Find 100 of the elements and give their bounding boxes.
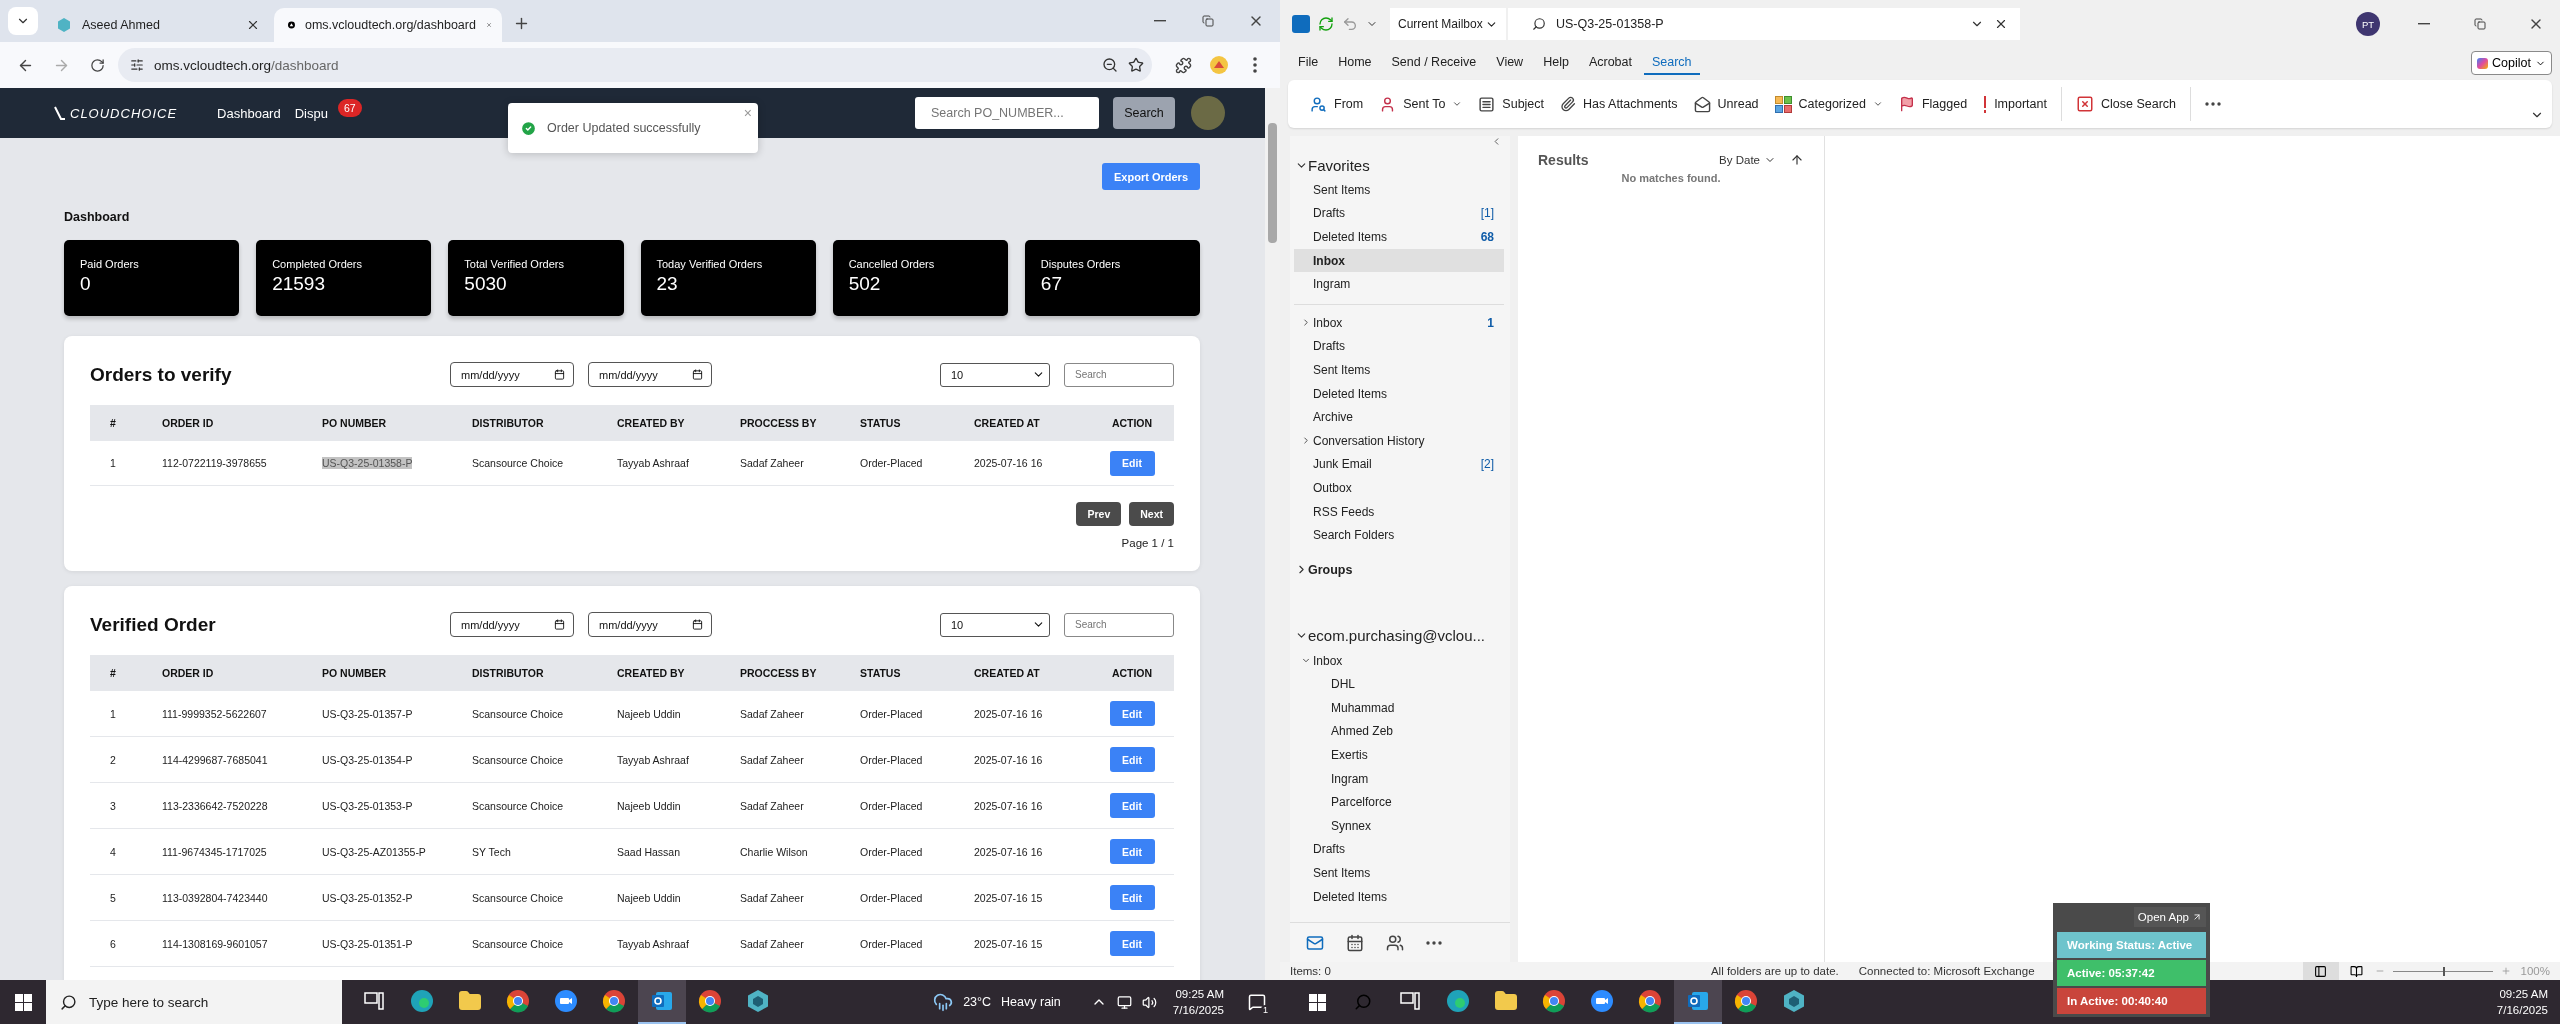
folder-item[interactable]: Archive	[1294, 405, 1504, 429]
slider-thumb[interactable]	[2442, 966, 2445, 976]
folder-group-header[interactable]: Groups	[1290, 556, 1510, 583]
folder-item[interactable]: Search Folders	[1294, 523, 1504, 547]
po-number-cell: US-Q3-25-01352-P	[322, 891, 413, 904]
folder-item[interactable]: Exertis	[1294, 743, 1504, 767]
ribbon-button[interactable]: Sent To	[1373, 91, 1469, 117]
folder-item[interactable]: Junk Email [2]	[1294, 452, 1504, 477]
sort-button[interactable]: By Date	[1713, 153, 1782, 167]
folder-item[interactable]: Drafts [1]	[1294, 201, 1504, 226]
page-size-select[interactable]: 10	[940, 362, 1050, 387]
scope-dropdown[interactable]: Current Mailbox	[1390, 8, 1506, 40]
folder-item[interactable]: Parcelforce	[1294, 790, 1504, 815]
nav-link[interactable]: Dashboard	[217, 105, 281, 121]
search-field[interactable]: Search PO_NUMBER...	[915, 97, 1099, 129]
ribbon-button[interactable]: From	[1304, 91, 1370, 117]
menu-tab[interactable]: File	[1290, 51, 1327, 75]
column-header: ORDER ID	[162, 667, 215, 679]
folder-item[interactable]: Sent Items	[1294, 178, 1504, 202]
menu-tab[interactable]: Acrobat	[1580, 51, 1640, 75]
folder-item[interactable]: Muhammad	[1294, 696, 1504, 720]
prev-button[interactable]: Prev	[1076, 502, 1122, 526]
folder-item[interactable]: Deleted Items 68	[1294, 225, 1504, 249]
next-button[interactable]: Next	[1129, 502, 1174, 526]
exclamation-icon	[1983, 95, 1988, 113]
table-cell: 113-0392804-7423440	[162, 891, 268, 904]
more-icon[interactable]	[1426, 940, 1442, 945]
folder-item[interactable]: Synnex	[1294, 814, 1504, 838]
calendar-icon[interactable]	[1346, 933, 1364, 952]
star-icon[interactable]	[1128, 57, 1144, 73]
ribbon-button[interactable]: Unread	[1687, 91, 1765, 117]
network-icon[interactable]	[1116, 994, 1132, 1010]
sort-direction-icon[interactable]	[1790, 153, 1804, 167]
folder-item[interactable]: Deleted Items	[1294, 884, 1504, 909]
edit-button[interactable]: Edit	[1109, 885, 1155, 910]
search-field[interactable]: Search	[1064, 362, 1174, 387]
table-cell: 112-0722119-3978655	[162, 457, 267, 469]
folder-item[interactable]: Sent Items	[1294, 861, 1504, 885]
copilot-button[interactable]: Copilot	[2471, 51, 2552, 75]
edit-button[interactable]: Edit	[1109, 701, 1155, 726]
folder-item[interactable]: Ingram	[1294, 272, 1504, 296]
date-field[interactable]: mm/dd/yyyy	[588, 362, 712, 387]
notifications-button[interactable]: 1	[1240, 993, 1274, 1011]
folder-item[interactable]: DHL	[1294, 672, 1504, 697]
avatar[interactable]: PT	[2356, 12, 2380, 36]
folder-item[interactable]: Inbox	[1294, 648, 1504, 673]
folder-item[interactable]: Inbox 1	[1294, 310, 1504, 335]
folder-item[interactable]: Drafts	[1294, 334, 1504, 359]
mail-icon[interactable]	[1306, 933, 1324, 952]
date-field[interactable]: mm/dd/yyyy	[450, 362, 574, 387]
close-icon[interactable]	[1994, 17, 2008, 31]
folder-item[interactable]: Ingram	[1294, 766, 1504, 791]
zoom-out-icon[interactable]	[1102, 57, 1118, 73]
sync-icon[interactable]	[1318, 16, 1334, 32]
address-bar[interactable]: oms.vcloudtech.org/dashboard	[118, 48, 1152, 82]
edit-button[interactable]: Edit	[1109, 793, 1155, 818]
date-field[interactable]: mm/dd/yyyy	[588, 612, 712, 637]
open-app-button[interactable]: Open App	[2133, 907, 2206, 927]
ribbon-button[interactable]: Important	[1977, 91, 2053, 117]
search-field[interactable]: US-Q3-25-01358-P	[1508, 8, 2020, 40]
people-icon[interactable]	[1386, 933, 1404, 952]
volume-icon[interactable]	[1141, 994, 1157, 1010]
folder-group-header[interactable]: Favorites	[1290, 152, 1510, 178]
browser-tab[interactable]: Aseed Ahmed	[42, 8, 270, 42]
search-field[interactable]: Search	[1064, 612, 1174, 637]
folder-item[interactable]: Conversation History	[1294, 428, 1504, 453]
ribbon-button[interactable]: Has Attachments	[1554, 92, 1684, 116]
search-button[interactable]: Search	[1113, 97, 1175, 129]
folder-item[interactable]: Ahmed Zeb	[1294, 719, 1504, 744]
menu-tab[interactable]: Help	[1535, 51, 1577, 75]
nav-link[interactable]: Dispu	[294, 105, 328, 121]
export-button[interactable]: Export Orders	[1102, 163, 1200, 190]
close-icon[interactable]	[246, 18, 260, 32]
taskbar-search-field[interactable]: Type here to search	[46, 980, 342, 1024]
folder-item[interactable]: Sent Items	[1294, 358, 1504, 382]
column-header: STATUS	[860, 417, 902, 429]
scrollbar-thumb[interactable]	[1268, 123, 1277, 243]
folder-group-header[interactable]: ecom.purchasing@vclou...	[1290, 622, 1510, 649]
menu-tab[interactable]: Send / Receive	[1383, 51, 1485, 75]
edit-button[interactable]: Edit	[1109, 747, 1155, 772]
edit-button[interactable]: Edit	[1109, 839, 1155, 864]
edit-button[interactable]: Edit	[1109, 450, 1155, 476]
folder-item[interactable]: Drafts	[1294, 837, 1504, 862]
browser-tab[interactable]: oms.vcloudtech.org/dashboard	[274, 8, 502, 42]
folder-item[interactable]: RSS Feeds	[1294, 499, 1504, 524]
menu-tab[interactable]: Home	[1330, 51, 1380, 75]
ribbon-button[interactable]: Categorized	[1768, 91, 1889, 117]
menu-tab[interactable]: Search	[1643, 51, 1700, 75]
page-size-select[interactable]: 10	[940, 612, 1050, 637]
ribbon-button[interactable]: Subject	[1472, 91, 1551, 117]
edit-button[interactable]: Edit	[1109, 931, 1155, 956]
ribbon-button[interactable]: Close Search	[2069, 91, 2182, 117]
folder-item[interactable]: Deleted Items	[1294, 381, 1504, 406]
folder-item[interactable]: Inbox	[1294, 248, 1504, 273]
normal-view-button[interactable]	[2302, 962, 2339, 980]
stat-label: Total Verified Orders	[464, 258, 565, 270]
menu-tab[interactable]: View	[1488, 51, 1532, 75]
date-field[interactable]: mm/dd/yyyy	[450, 612, 574, 637]
folder-item[interactable]: Outbox	[1294, 476, 1504, 500]
ribbon-button[interactable]: Flagged	[1892, 92, 1974, 116]
